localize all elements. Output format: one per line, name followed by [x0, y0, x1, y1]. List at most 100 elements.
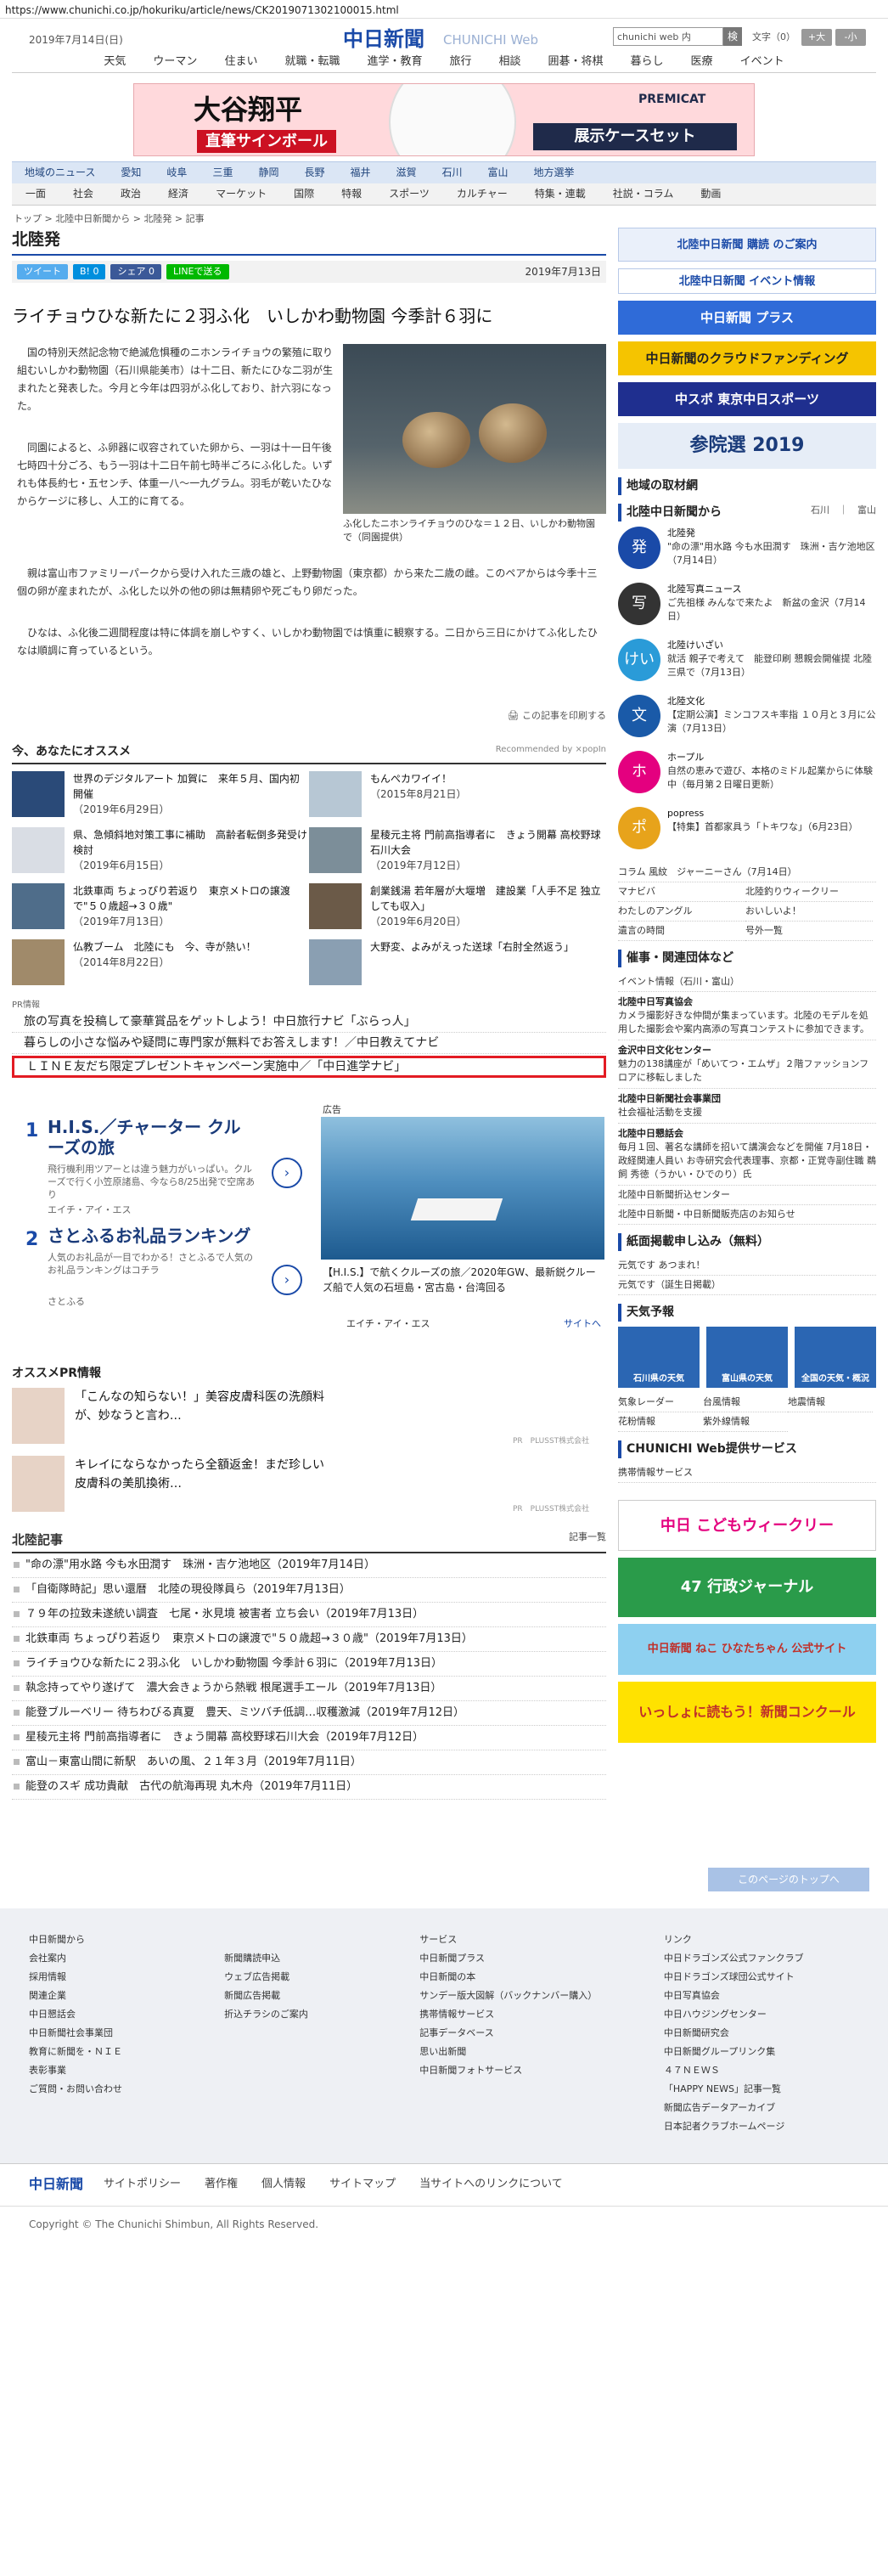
footer-link[interactable]: 中日ドラゴンズ球団公式サイト	[664, 1968, 859, 1987]
topic-link[interactable]: 社説・コラム	[599, 183, 688, 205]
footer-link[interactable]: 中日写真協会	[664, 1987, 859, 2005]
osusume-item[interactable]: キレイにならなかったら全額返金！まだ珍しい皮膚科の美肌換術… PR PLUSST株…	[12, 1456, 606, 1515]
category-link[interactable]: ウーマン	[139, 53, 211, 72]
sai-item[interactable]: 北陸中日写真協会 カメラ撮影好きな仲間が集まっています。北陸のモデルを処用した撮影…	[618, 992, 876, 1040]
footer-link[interactable]: 思い出新聞	[419, 2043, 664, 2061]
topic-link[interactable]: 政治	[107, 183, 155, 205]
footer-link[interactable]: 当サイトへのリンクについて	[419, 2176, 563, 2193]
line-button[interactable]: LINEで送る	[166, 263, 229, 279]
kiji-item[interactable]: 星稜元主将 門前高指導者に きょう開幕 高校野球石川大会（2019年7月12日）	[12, 1726, 606, 1750]
kiji-item[interactable]: "命の漂"用水路 今も水田潤す 珠洲・吉ケ池地区（2019年7月14日）	[12, 1553, 606, 1578]
footer-link[interactable]: リンク	[664, 1931, 859, 1949]
footer-logo[interactable]: 中日新聞	[29, 2174, 83, 2195]
url-bar[interactable]: https://www.chunichi.co.jp/hokuriku/arti…	[0, 0, 888, 19]
category-link[interactable]: 住まい	[211, 53, 271, 72]
footer-link[interactable]: 中日新聞フォトサービス	[419, 2061, 664, 2080]
paper-link[interactable]: 元気です あつまれ！	[618, 1256, 876, 1276]
recommend-item[interactable]: もんぺカワイイ！ （2015年8月21日）	[309, 771, 606, 819]
hokuriku-news-item[interactable]: 文北陸文化 【定期公演】ミンコフスキ率指 １０月と３月に公演（7月13日）	[618, 695, 876, 746]
category-link[interactable]: 囲碁・将棋	[535, 53, 617, 72]
region-link[interactable]: 滋賀	[384, 162, 430, 183]
chuspo-banner[interactable]: 中スポ 東京中日スポーツ	[618, 382, 876, 416]
column-link[interactable]: コラム 風紋 ジャーニーさん（7月14日）	[618, 863, 876, 882]
footer-link[interactable]: 中日新聞研究会	[664, 2024, 859, 2043]
footer-link[interactable]: 中日新聞グループリンク集	[664, 2043, 859, 2061]
topic-link[interactable]: カルチャー	[443, 183, 521, 205]
kiji-item[interactable]: 執念持ってやり遂げて 濃大会きょうから熱戦 根尾選手エール（2019年7月13日…	[12, 1677, 606, 1701]
recommend-item[interactable]: 創業銭湯 若年層が大堰増 建設業「人手不足 独立しても収入」 （2019年6月20…	[309, 883, 606, 931]
region-link[interactable]: 地域のニュース	[12, 162, 108, 183]
region-link[interactable]: 富山	[475, 162, 521, 183]
footer-link[interactable]: サイトポリシー	[104, 2176, 181, 2193]
misc-link[interactable]: 遺言の時間	[618, 922, 745, 941]
footer-link[interactable]: 記事データベース	[419, 2024, 664, 2043]
footer-link[interactable]: 採用情報	[29, 1968, 224, 1987]
topic-link[interactable]: 経済	[155, 183, 202, 205]
kiji-item[interactable]: 富山－東富山間に新駅 あいの風、２１年３月（2019年7月11日）	[12, 1750, 606, 1775]
footer-link[interactable]: 新聞広告データアーカイブ	[664, 2099, 859, 2117]
footer-link[interactable]: 折込チラシのご案内	[224, 2005, 419, 2024]
footer-link[interactable]: 中日新聞の本	[419, 1968, 664, 1987]
footer-link[interactable]: 中日ドラゴンズ公式ファンクラブ	[664, 1949, 859, 1968]
kiji-item[interactable]: 能登ブルーベリー 待ちわびる真夏 豊天、ミツバチ低調…収穫激減（2019年7月1…	[12, 1701, 606, 1726]
weather-link[interactable]: 紫外線情報	[703, 1412, 788, 1432]
footer-link[interactable]: 「HAPPY NEWS」記事一覧	[664, 2080, 859, 2099]
region-link[interactable]: 福井	[337, 162, 383, 183]
footer-link[interactable]: 中日懇話会	[29, 2005, 224, 2024]
font-up-button[interactable]: +大	[801, 29, 832, 46]
service-link[interactable]: 携帯情報サービス	[618, 1463, 876, 1483]
font-down-button[interactable]: -小	[835, 29, 866, 46]
footer-link[interactable]: サイトマップ	[329, 2176, 396, 2193]
hatena-button[interactable]: B! 0	[73, 263, 106, 279]
chevron-right-icon[interactable]: ›	[272, 1265, 302, 1295]
kiji-item[interactable]: 能登のスギ 成功貴献 古代の航海再現 丸木舟（2019年7月11日）	[12, 1775, 606, 1800]
recommend-item[interactable]: 県、急傾斜地対策工事に補助 高齢者転倒多発受け検討 （2019年6月15日）	[12, 827, 309, 875]
kiji-item[interactable]: ７９年の拉致未遂統い調査 七尾・氷見境 被害者 立ち会い（2019年7月13日）	[12, 1603, 606, 1627]
footer-link[interactable]: 中日新聞社会事業団	[29, 2024, 224, 2043]
footer-link[interactable]: ウェブ広告掲載	[224, 1968, 419, 1987]
category-link[interactable]: 医療	[677, 53, 727, 72]
region-link[interactable]: 石川	[430, 162, 475, 183]
paper-link[interactable]: 元気です（誕生日掲載）	[618, 1276, 876, 1295]
neko-banner[interactable]: 中日新聞 ねこ ひなたちゃん 公式サイト	[618, 1624, 876, 1675]
osusume-item[interactable]: 「こんなの知らない！」美容皮膚科医の洗顔料が、妙なうと言わ… PR PLUSST株…	[12, 1388, 606, 1447]
site-logo[interactable]: 中日新聞	[343, 24, 424, 54]
region-link[interactable]: 愛知	[108, 162, 154, 183]
weather-link[interactable]: 地震情報	[788, 1393, 873, 1412]
footer-link[interactable]: 会社案内	[29, 1949, 224, 1968]
ad-title-1[interactable]: H.I.S.／チャーター クルーズの旅	[48, 1117, 243, 1158]
chunichi-plus-banner[interactable]: 中日新聞 プラス	[618, 301, 876, 335]
recommend-item[interactable]: 星稜元主将 門前高指導者に きょう開幕 高校野球石川大会 （2019年7月12日）	[309, 827, 606, 875]
recommend-item[interactable]: 仏教ブーム 北陸にも 今、寺が熱い！ （2014年8月22日）	[12, 939, 309, 987]
category-link[interactable]: 就職・転職	[271, 53, 353, 72]
footer-link[interactable]: 著作権	[205, 2176, 238, 2193]
category-link[interactable]: 相談	[486, 53, 535, 72]
weather-tile[interactable]: 全国の天気・概況	[795, 1327, 876, 1388]
event-banner[interactable]: 北陸中日新聞 イベント情報	[618, 268, 876, 294]
misc-link[interactable]: マナビバ	[618, 882, 745, 902]
tweet-button[interactable]: ツイート	[17, 263, 68, 279]
ad-ship-text[interactable]: 【H.I.S.】で航くクルーズの旅／2020年GW、最新鋭クルーズ船で人気の石垣…	[323, 1265, 599, 1295]
kiji-item[interactable]: ライチョウひな新たに２羽ふ化 いしかわ動物園 今季計６羽に（2019年7月13日…	[12, 1652, 606, 1677]
footer-link[interactable]: サービス	[419, 1931, 664, 1949]
crowdfunding-banner[interactable]: 中日新聞のクラウドファンディング	[618, 341, 876, 375]
topic-link[interactable]: 国際	[280, 183, 328, 205]
hokuriku-tabs[interactable]: 石川 ｜ 富山	[811, 504, 876, 521]
subscribe-banner[interactable]: 北陸中日新聞 購読 のご案内	[618, 228, 876, 262]
pr-highlight-item[interactable]: ＬＩＮＥ友だち限定プレゼントキャンペーン実施中／「中日進学ナビ」	[12, 1056, 606, 1078]
topic-link[interactable]: 一面	[12, 183, 59, 205]
weather-tile[interactable]: 石川県の天気	[618, 1327, 700, 1388]
topic-link[interactable]: 社会	[59, 183, 107, 205]
ad-title-2[interactable]: さとふるお礼品ランキング	[48, 1226, 277, 1246]
category-link[interactable]: 暮らし	[617, 53, 677, 72]
footer-link[interactable]: 教育に新聞を・ＮＩＥ	[29, 2043, 224, 2061]
region-link[interactable]: 岐阜	[154, 162, 200, 183]
misc-link[interactable]: おいしいよ！	[745, 902, 873, 922]
pr-item[interactable]: 暮らしの小さな悩みや疑問に専門家が無料でお答えします！／中日教えてナビ	[12, 1033, 606, 1054]
event-line[interactable]: イベント情報（石川・富山）	[618, 972, 876, 992]
hokuriku-news-item[interactable]: 発北陸発 "命の漂"用水路 今も水田潤す 珠洲・吉ケ池地区（7月14日）	[618, 527, 876, 578]
footer-link[interactable]: 中日新聞から	[29, 1931, 224, 1949]
site-logo-sub[interactable]: CHUNICHI Web	[443, 31, 538, 50]
footer-link[interactable]: 携帯情報サービス	[419, 2005, 664, 2024]
category-link[interactable]: 旅行	[436, 53, 485, 72]
